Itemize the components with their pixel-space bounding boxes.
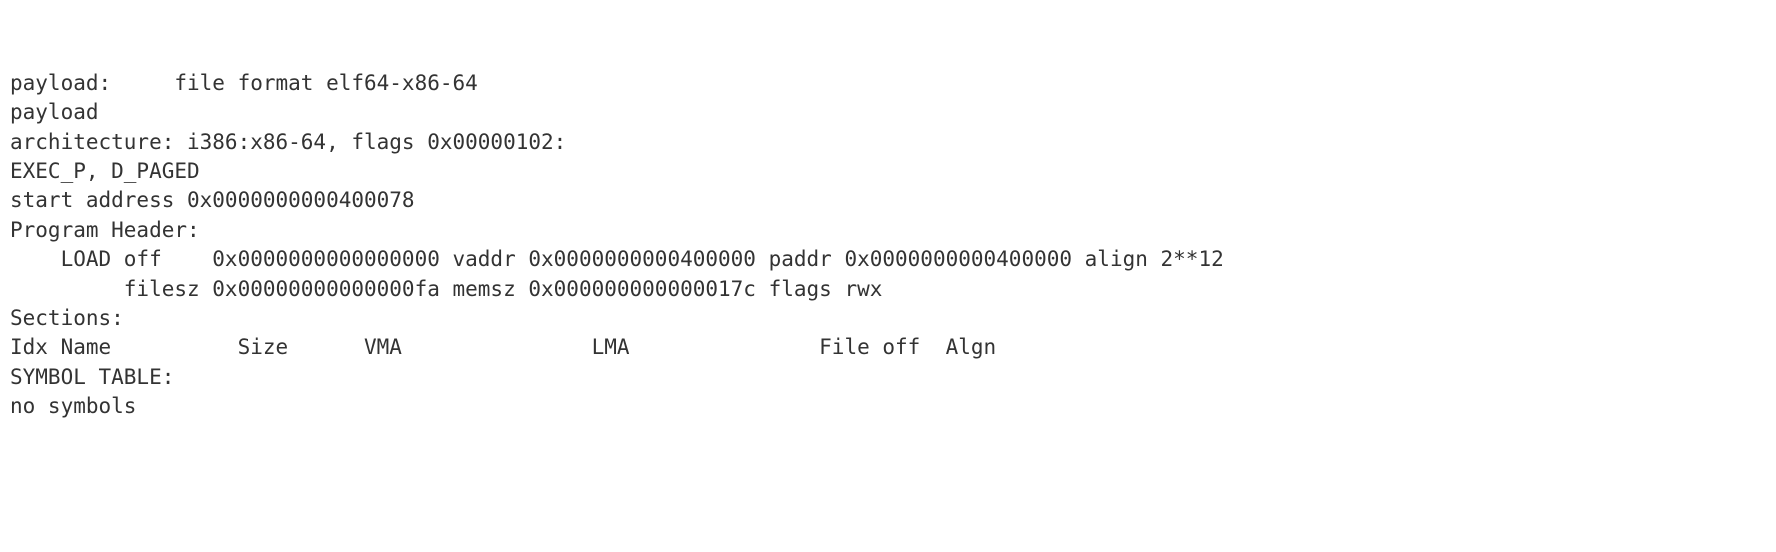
program-header-load-line2: filesz 0x00000000000000fa memsz 0x000000…: [10, 275, 1766, 304]
objdump-file-format: payload: file format elf64-x86-64: [10, 69, 1766, 98]
symbol-table-title: SYMBOL TABLE:: [10, 363, 1766, 392]
objdump-start-address: start address 0x0000000000400078: [10, 186, 1766, 215]
no-symbols-text: no symbols: [10, 392, 1766, 421]
objdump-filename: payload: [10, 98, 1766, 127]
sections-title: Sections:: [10, 304, 1766, 333]
program-header-title: Program Header:: [10, 216, 1766, 245]
objdump-architecture: architecture: i386:x86-64, flags 0x00000…: [10, 128, 1766, 157]
program-header-load-line1: LOAD off 0x0000000000000000 vaddr 0x0000…: [10, 245, 1766, 274]
sections-header-row: Idx Name Size VMA LMA File off Algn: [10, 333, 1766, 362]
objdump-flags: EXEC_P, D_PAGED: [10, 157, 1766, 186]
